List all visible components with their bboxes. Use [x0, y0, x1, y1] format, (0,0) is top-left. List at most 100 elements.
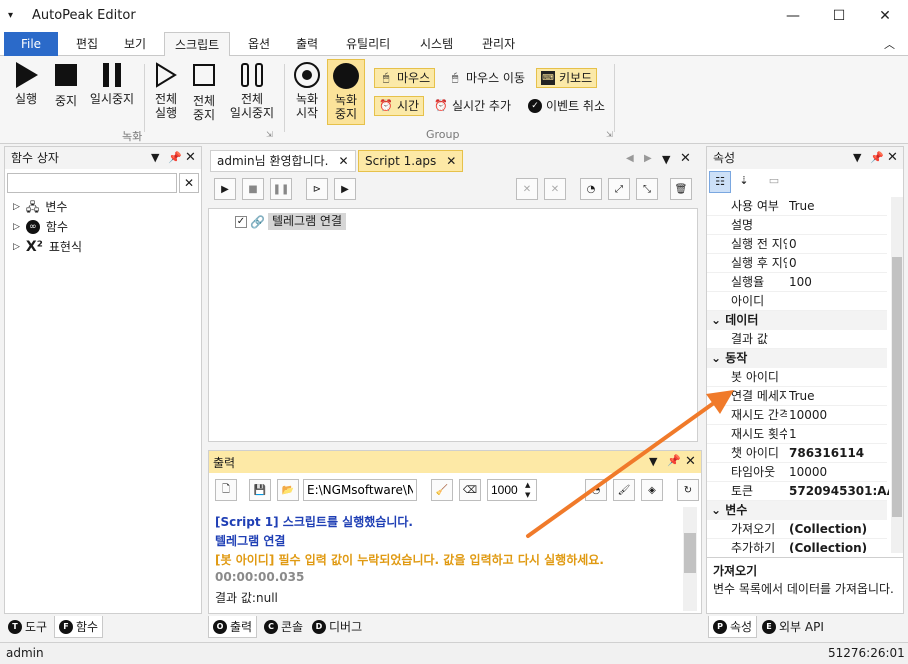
expand-icon[interactable]: ▷	[13, 197, 20, 217]
delete-all-button[interactable]: ✕	[544, 178, 566, 200]
close-icon[interactable]: ✕	[185, 147, 196, 169]
tab-external-api[interactable]: E 외부 API	[758, 616, 828, 638]
refresh-button[interactable]: ↻	[677, 479, 699, 501]
record-start-button[interactable]: 녹화 시작	[290, 62, 324, 120]
checkbox[interactable]: ✓	[235, 215, 247, 228]
realtime-add-toggle[interactable]: ⏰ 실시간 추가	[430, 96, 515, 116]
record-stop-button[interactable]: 녹화 중지	[327, 59, 365, 125]
run-all-button[interactable]: 전체 실행	[150, 62, 182, 120]
doc-tab-welcome[interactable]: admin님 환영합니다. ✕	[210, 150, 356, 172]
property-row[interactable]: 타임아웃 10000	[707, 463, 887, 482]
pin-icon[interactable]: 📌	[870, 147, 884, 169]
mouse-move-toggle[interactable]: 🖱 마우스 이동	[444, 68, 529, 88]
tab-admin[interactable]: 관리자	[472, 32, 525, 56]
tree-item-functions[interactable]: ▷ ∞ 함수	[13, 217, 68, 237]
tab-file[interactable]: File	[4, 32, 58, 56]
clock-button[interactable]: ◔	[585, 479, 607, 501]
property-category-action[interactable]: ⌄ 동작	[707, 349, 887, 368]
open-folder-button[interactable]: 📂	[277, 479, 299, 501]
play-button[interactable]: ▶	[214, 178, 236, 200]
stepper-arrows-icon[interactable]: ▲ ▼	[525, 480, 530, 500]
clear-button[interactable]: 🧹	[431, 479, 453, 501]
step-over-button[interactable]: ▶	[334, 178, 356, 200]
dropdown-icon[interactable]: ▼	[853, 147, 861, 169]
property-row[interactable]: 설명	[707, 216, 887, 235]
trash-button[interactable]: 🗑	[670, 178, 692, 200]
tab-system[interactable]: 시스템	[410, 32, 463, 56]
keyboard-toggle[interactable]: ⌨ 키보드	[536, 68, 598, 88]
property-row[interactable]: 아이디	[707, 292, 887, 311]
property-row[interactable]: 토큰5720945301:AAH	[707, 482, 889, 501]
tab-utility[interactable]: 유틸리티	[336, 32, 400, 56]
event-cancel-toggle[interactable]: ✓ 이벤트 취소	[524, 96, 609, 116]
dropdown-icon[interactable]: ▼	[662, 153, 670, 166]
property-row[interactable]: 재시도 횟수 1	[707, 425, 887, 444]
stop-button[interactable]: 중지	[50, 62, 82, 108]
property-grid[interactable]: 사용 여부True 설명 실행 전 지연0 실행 후 지연0 실행율100 아이…	[707, 197, 891, 553]
property-row[interactable]: 재시도 간격 10000	[707, 406, 887, 425]
delete-button[interactable]: ✕	[516, 178, 538, 200]
property-row[interactable]: 연결 메세지 True	[707, 387, 887, 406]
mouse-toggle[interactable]: 🖱 마우스	[374, 68, 436, 88]
maximize-button[interactable]: ☐	[816, 0, 862, 32]
property-row[interactable]: 실행 후 지연0	[707, 254, 887, 273]
time-toggle[interactable]: ⏰ 시간	[374, 96, 425, 116]
stop-all-button[interactable]: 전체 중지	[188, 62, 220, 122]
sort-alpha-button[interactable]: ⇣	[733, 171, 755, 193]
script-editor[interactable]: ✓ 🔗 텔레그램 연결	[208, 208, 698, 442]
collapse-ribbon-icon[interactable]: ︿	[884, 36, 895, 52]
scroll-right-icon[interactable]: ▶	[644, 153, 652, 164]
minimize-button[interactable]: —	[770, 0, 816, 32]
expand-button[interactable]: ⤢	[608, 178, 630, 200]
tab-output[interactable]: 출력	[286, 32, 328, 56]
tab-functions[interactable]: F 함수	[54, 616, 104, 638]
collapse-button[interactable]: ⤡	[636, 178, 658, 200]
tree-item-expressions[interactable]: ▷ X² 표현식	[13, 237, 82, 257]
scrollbar[interactable]	[683, 507, 697, 611]
property-row[interactable]: 가져오기 (Collection)	[707, 520, 887, 539]
tab-console[interactable]: C 콘솔	[260, 616, 307, 638]
property-row[interactable]: 추가하기 (Collection)	[707, 539, 887, 553]
dropdown-icon[interactable]: ▼	[151, 147, 159, 169]
property-row[interactable]: 결과 값	[707, 330, 887, 349]
new-file-button[interactable]: 🗋	[215, 479, 237, 501]
tab-output-panel[interactable]: O 출력	[208, 616, 258, 638]
close-icon[interactable]: ✕	[685, 454, 696, 469]
circle-button[interactable]: ◔	[580, 178, 602, 200]
property-pages-button[interactable]: ▭	[763, 171, 785, 193]
step-into-button[interactable]: ⊳	[306, 178, 328, 200]
property-row[interactable]: 실행 전 지연0	[707, 235, 887, 254]
property-row[interactable]: 챗 아이디 786316114	[707, 444, 887, 463]
eraser-button[interactable]: ⌫	[459, 479, 481, 501]
scrollbar[interactable]	[891, 197, 903, 553]
path-input[interactable]	[303, 479, 417, 501]
scroll-left-icon[interactable]: ◀	[626, 153, 634, 164]
dropdown-icon[interactable]: ▼	[649, 455, 657, 468]
close-icon[interactable]: ✕	[680, 151, 691, 166]
tab-options[interactable]: 옵션	[238, 32, 280, 56]
property-row[interactable]: 봇 아이디	[707, 368, 887, 387]
save-button[interactable]: 💾	[249, 479, 271, 501]
pause-all-button[interactable]: 전체 일시중지	[226, 62, 278, 120]
fill-button[interactable]: ◈	[641, 479, 663, 501]
expand-icon[interactable]: ▷	[13, 237, 20, 257]
pin-icon[interactable]: 📌	[667, 454, 681, 467]
brush-button[interactable]: 🖌	[613, 479, 635, 501]
property-row[interactable]: 실행율 100	[707, 273, 887, 292]
tab-script[interactable]: 스크립트	[164, 32, 231, 57]
group-expand-icon[interactable]: ⇲	[606, 130, 613, 139]
tab-debug[interactable]: D 디버그	[308, 616, 366, 638]
doc-tab-script[interactable]: Script 1.aps ✕	[358, 150, 464, 172]
app-menu-icon[interactable]: ▾	[8, 10, 20, 22]
expand-icon[interactable]: ▷	[13, 217, 20, 237]
group-expand-icon[interactable]: ⇲	[266, 130, 273, 139]
close-button[interactable]: ✕	[862, 0, 908, 32]
run-button[interactable]: 실행	[10, 62, 42, 106]
property-row[interactable]: 사용 여부 True	[707, 197, 887, 216]
property-category-data[interactable]: ⌄ 데이터	[707, 311, 887, 330]
tree-node[interactable]: ✓ 🔗 텔레그램 연결	[235, 213, 347, 230]
stop-button[interactable]: ■	[242, 178, 264, 200]
close-icon[interactable]: ✕	[446, 150, 456, 172]
pin-icon[interactable]: 📌	[168, 147, 182, 169]
pause-button[interactable]: ❚❚	[270, 178, 292, 200]
